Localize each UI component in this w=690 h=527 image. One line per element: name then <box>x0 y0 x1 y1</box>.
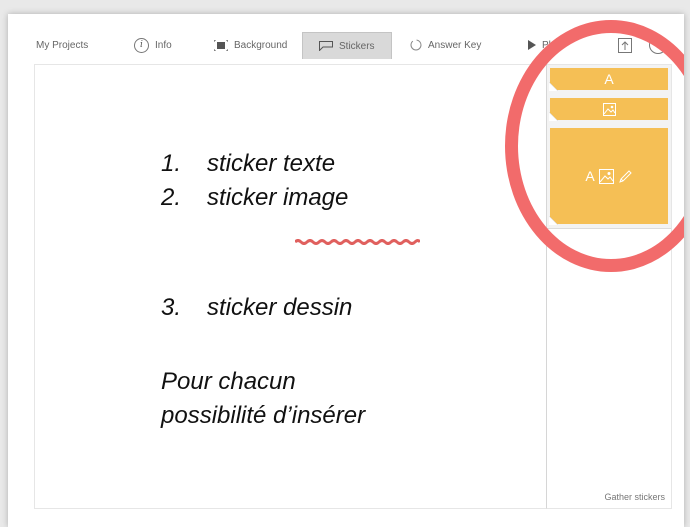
annotation-text: sticker texte <box>207 150 336 177</box>
image-icon <box>598 168 614 184</box>
image-icon <box>602 102 616 116</box>
drawing-sticker[interactable]: A <box>549 128 668 225</box>
info-tab[interactable]: i Info <box>134 34 172 56</box>
stickers-label: Stickers <box>339 40 375 52</box>
annotation-text: sticker image <box>207 184 349 211</box>
annotation-item-1: 1. sticker texte <box>161 149 335 179</box>
info-icon: i <box>134 37 149 53</box>
play-tab[interactable]: Play <box>528 34 561 56</box>
project-canvas[interactable]: 1. sticker texte 2. sticker image 3. sticke… <box>34 64 548 509</box>
annotation-text: sticker dessin <box>207 294 353 321</box>
stickers-tab[interactable]: Stickers <box>302 32 392 59</box>
text-sticker[interactable]: A <box>549 68 668 91</box>
answer-key-label: Answer Key <box>428 39 482 51</box>
annotation-number: 3. <box>161 294 182 321</box>
drawn-squiggle <box>295 239 420 245</box>
help-button[interactable]: ? <box>649 34 667 56</box>
help-icon: ? <box>649 36 667 54</box>
gather-stickers-label[interactable]: Gather stickers <box>604 492 665 502</box>
sticker-curl <box>549 112 558 121</box>
answer-key-icon <box>410 39 422 51</box>
export-button[interactable] <box>618 34 632 56</box>
sticker-icon <box>319 41 333 51</box>
my-projects-link[interactable]: My Projects <box>36 34 88 56</box>
annotation-note-line-2: possibilité d’insérer <box>161 402 366 429</box>
export-icon <box>618 37 632 53</box>
info-label: Info <box>155 39 172 51</box>
answer-key-tab[interactable]: Answer Key <box>410 34 481 56</box>
play-label: Play <box>542 39 562 51</box>
background-tab[interactable]: Background <box>214 34 287 56</box>
annotation-item-2: 2. sticker image <box>161 183 348 213</box>
pencil-icon <box>618 169 632 183</box>
sticker-curl <box>549 216 558 225</box>
annotation-number: 1. <box>161 150 182 177</box>
top-toolbar: My Projects i Info Background Stickers A… <box>8 14 684 60</box>
my-projects-label: My Projects <box>36 39 89 51</box>
annotation-number: 2. <box>161 184 182 211</box>
sticker-curl <box>549 82 558 91</box>
stickers-sidebar: A A Gather stickers <box>546 64 672 509</box>
drawing-sticker-text-glyph: A <box>585 168 595 184</box>
annotation-item-3: 3. sticker dessin <box>161 293 352 323</box>
image-sticker[interactable] <box>549 98 668 121</box>
play-icon <box>528 40 536 50</box>
annotation-note-line-1: Pour chacun <box>161 368 296 395</box>
sticker-tray: A A <box>547 65 671 229</box>
app-window: My Projects i Info Background Stickers A… <box>8 14 684 527</box>
text-sticker-glyph: A <box>604 71 614 87</box>
background-icon <box>214 39 228 51</box>
background-label: Background <box>234 39 288 51</box>
